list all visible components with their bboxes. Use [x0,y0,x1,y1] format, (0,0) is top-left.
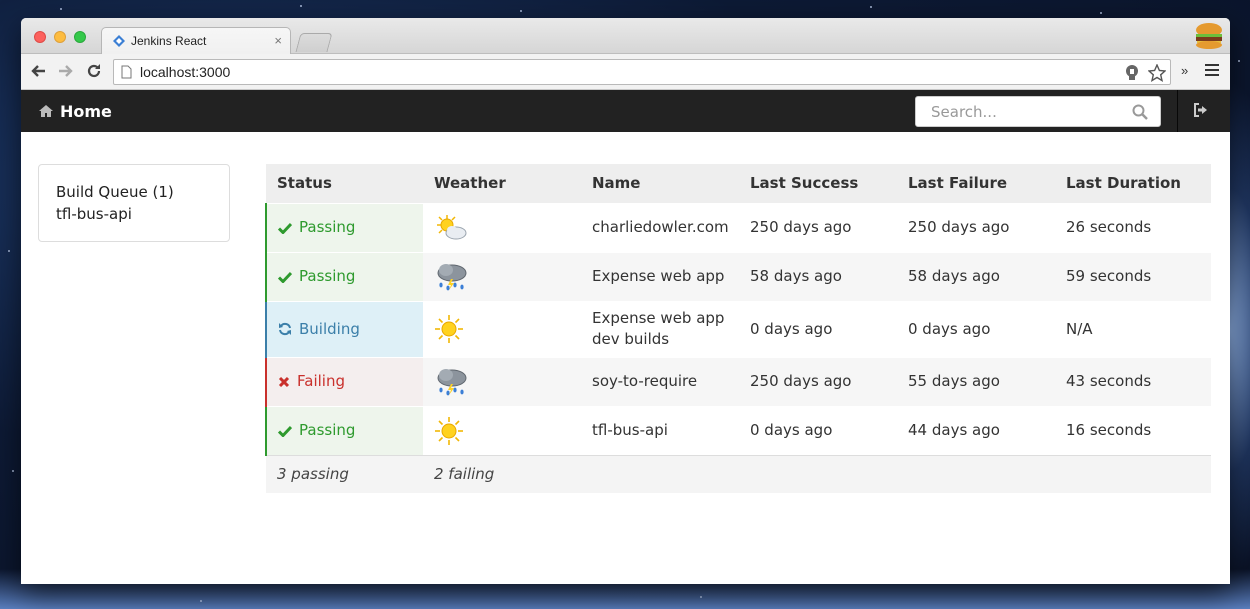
sun-icon [435,416,463,445]
status-cell: Passing [265,251,423,301]
status-cell: Passing [265,405,423,455]
extensions-overflow-button[interactable]: » [1181,63,1188,78]
bookmark-star-icon[interactable] [1148,64,1166,82]
header-weather[interactable]: Weather [423,164,581,203]
tab-bar: Jenkins React × [21,18,1230,54]
status-label: Building [299,319,360,338]
sun-icon [435,315,463,343]
build-queue-panel: Build Queue (1) tfl-bus-api [38,164,230,242]
url-field[interactable]: localhost:3000 [113,59,1171,85]
job-name[interactable]: tfl-bus-api [581,405,739,455]
reload-icon [87,64,101,78]
job-name[interactable]: Expense web app dev builds [581,300,739,357]
last-success: 250 days ago [739,202,897,252]
status-label: Failing [297,372,345,390]
status-cell: Failing [265,356,423,406]
status-label: Passing [299,267,356,285]
passing-count: 3 passing [266,454,423,493]
last-failure: 250 days ago [897,202,1055,252]
weather-cell [423,300,581,357]
job-name[interactable]: soy-to-require [581,356,739,406]
search-icon [1132,104,1148,120]
last-failure: 58 days ago [897,251,1055,301]
weather-cell [423,251,581,301]
last-duration: 43 seconds [1055,356,1211,406]
burger-profile-icon[interactable] [1194,22,1224,50]
react-favicon-icon [113,35,125,47]
table-row[interactable]: Passing charliedowler.com 250 days ago 2… [265,202,1211,252]
build-queue-title: Build Queue (1) [56,183,174,201]
refresh-icon [279,322,291,336]
navbar-divider [1177,90,1178,132]
table-footer-row: 3 passing 2 failing [266,454,1211,493]
weather-cell [423,356,581,406]
home-icon [39,105,53,117]
home-link[interactable]: Home [38,90,112,132]
last-duration: 59 seconds [1055,251,1211,301]
job-name[interactable]: charliedowler.com [581,202,739,252]
header-last-failure[interactable]: Last Failure [897,164,1055,203]
search-field-wrapper [915,96,1161,127]
last-duration: 16 seconds [1055,405,1211,455]
zoom-window-button[interactable] [74,31,86,43]
chrome-menu-icon[interactable] [1205,64,1219,79]
page-icon [121,65,132,79]
rain-cloud-icon [437,368,467,395]
table-header-row: Status Weather Name Last Success Last Fa… [266,164,1211,203]
app-navbar: Home [21,90,1230,132]
arrow-left-icon [31,65,45,77]
lightbulb-icon[interactable] [1124,64,1140,82]
new-tab-button[interactable] [295,33,333,52]
jobs-table: Status Weather Name Last Success Last Fa… [265,164,1211,493]
reload-button[interactable] [83,60,105,82]
table-row[interactable]: Passing Expense web app 58 days ago 58 d… [265,251,1211,301]
logout-icon[interactable] [1193,103,1209,117]
weather-cell [423,405,581,455]
weather-cell [423,202,581,252]
tab-jenkins-react[interactable]: Jenkins React × [101,27,291,54]
check-icon [278,271,292,283]
status-cell: Passing [265,202,423,252]
failing-count: 2 failing [423,454,581,493]
check-icon [278,222,292,234]
browser-window: Jenkins React × localhost:3000 » Home Se… [21,18,1230,584]
partly-cloudy-icon [437,214,467,239]
close-window-button[interactable] [34,31,46,43]
minimize-window-button[interactable] [54,31,66,43]
address-bar: localhost:3000 » [21,54,1230,90]
header-name[interactable]: Name [581,164,739,203]
tab-title: Jenkins React [131,34,207,48]
back-button[interactable] [27,60,49,82]
last-duration: 26 seconds [1055,202,1211,252]
last-failure: 55 days ago [897,356,1055,406]
build-queue-item[interactable]: tfl-bus-api [56,203,212,225]
last-duration: N/A [1055,300,1211,357]
url-text: localhost:3000 [140,64,231,80]
last-failure: 0 days ago [897,300,1055,357]
tab-close-icon[interactable]: × [274,33,282,48]
last-success: 58 days ago [739,251,897,301]
check-icon [278,425,292,437]
forward-button[interactable] [55,60,77,82]
header-status[interactable]: Status [266,164,423,203]
last-success: 250 days ago [739,356,897,406]
status-cell: Building [265,300,423,357]
table-row[interactable]: Building Expense web app dev builds 0 da… [265,300,1211,357]
status-label: Passing [299,218,356,236]
table-row[interactable]: Passing tfl-bus-api 0 days ago 44 days a… [265,405,1211,455]
search-input[interactable] [931,102,1121,121]
rain-cloud-icon [437,263,467,290]
last-success: 0 days ago [739,405,897,455]
header-last-duration[interactable]: Last Duration [1055,164,1211,203]
last-success: 0 days ago [739,300,897,357]
last-failure: 44 days ago [897,405,1055,455]
home-label: Home [60,101,112,121]
header-last-success[interactable]: Last Success [739,164,897,203]
cross-icon [278,376,290,387]
arrow-right-icon [59,65,73,77]
status-label: Passing [299,421,356,439]
job-name[interactable]: Expense web app [581,251,739,301]
table-row[interactable]: Failing soy-to-require 250 days ago 55 d… [265,356,1211,406]
